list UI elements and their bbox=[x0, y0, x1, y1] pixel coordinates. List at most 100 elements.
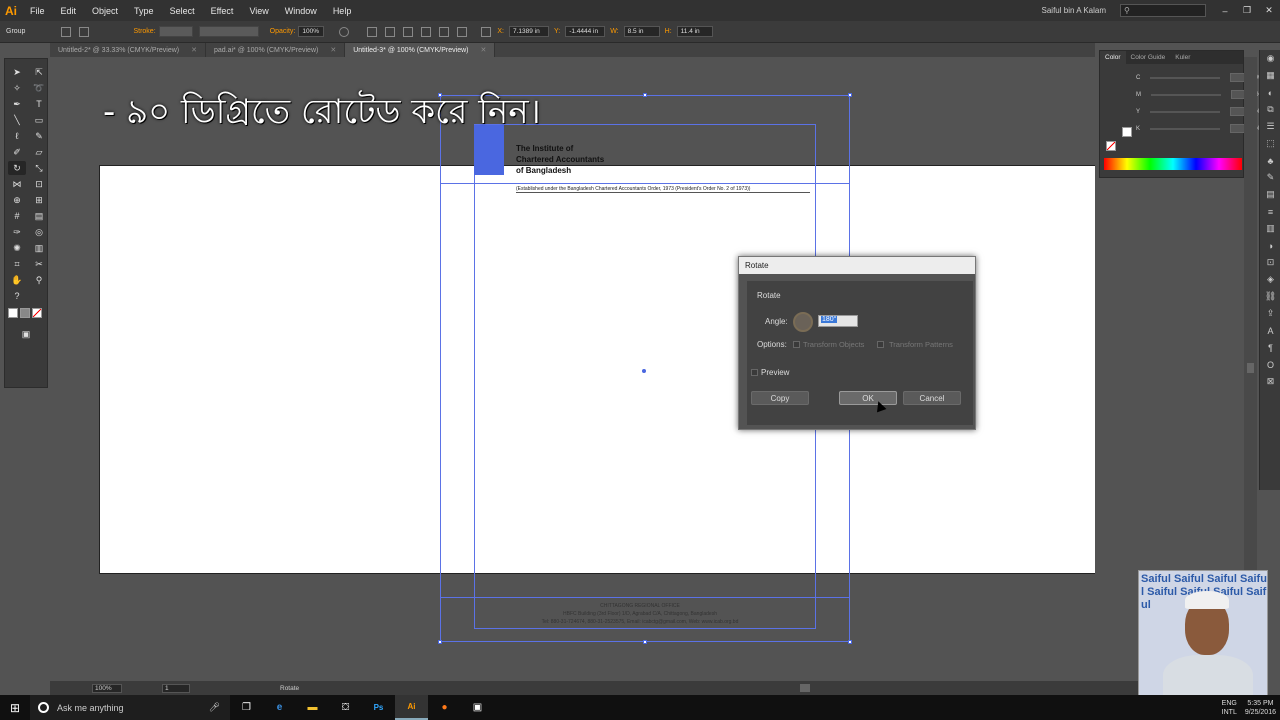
vertical-scroll-thumb[interactable] bbox=[1247, 363, 1254, 373]
color-spectrum[interactable] bbox=[1104, 158, 1242, 170]
tab-color[interactable]: Color bbox=[1100, 51, 1126, 64]
symbols-icon[interactable]: ♣ bbox=[1260, 152, 1280, 169]
copy-button[interactable]: Copy bbox=[751, 391, 809, 405]
cancel-button[interactable]: Cancel bbox=[903, 391, 961, 405]
doc-tab-untitled-2[interactable]: Untitled-2* @ 33.33% (CMYK/Preview) ✕ bbox=[50, 43, 206, 57]
pencil-tool-icon[interactable]: ✎ bbox=[30, 129, 48, 143]
transform-icon[interactable]: ⬚ bbox=[1260, 135, 1280, 152]
pathfinder-icon[interactable]: ⧉ bbox=[1260, 101, 1280, 118]
rotate-tool-icon[interactable]: ↻ bbox=[8, 161, 26, 175]
zoom-field[interactable]: 100% bbox=[92, 683, 122, 693]
clock[interactable]: 5:35 PM 9/25/2016 bbox=[1245, 699, 1276, 717]
file-explorer-icon[interactable]: ▬ bbox=[296, 695, 329, 720]
artboards-icon[interactable]: ⊡ bbox=[1260, 254, 1280, 271]
stroke-icon[interactable]: ≡ bbox=[1260, 203, 1280, 220]
color-icon[interactable]: ◑ bbox=[1260, 237, 1280, 254]
tab-close-icon[interactable]: ✕ bbox=[191, 46, 197, 54]
fill-swatch-icon[interactable] bbox=[61, 26, 72, 37]
ok-button[interactable]: OK bbox=[839, 391, 897, 405]
menu-select[interactable]: Select bbox=[162, 6, 203, 16]
help-tool-icon[interactable]: ? bbox=[8, 289, 26, 303]
graphic-styles-icon[interactable]: ▦ bbox=[1260, 67, 1280, 84]
layers-icon[interactable]: ◈ bbox=[1260, 271, 1280, 288]
selection-handle[interactable] bbox=[848, 93, 852, 97]
line-tool-icon[interactable]: ╲ bbox=[8, 113, 26, 127]
panel-none-swatch[interactable] bbox=[1106, 141, 1116, 151]
magic-wand-tool-icon[interactable]: ✧ bbox=[8, 81, 26, 95]
y-slider[interactable] bbox=[1150, 110, 1221, 113]
edge-icon[interactable]: e bbox=[263, 695, 296, 720]
slice-tool-icon[interactable]: ✂ bbox=[30, 257, 48, 271]
opentype-icon[interactable]: O bbox=[1260, 356, 1280, 373]
zoom-tool-icon[interactable]: ⚲ bbox=[30, 273, 48, 287]
x-field[interactable]: 7.1389 in bbox=[508, 26, 549, 37]
menu-file[interactable]: File bbox=[22, 6, 53, 16]
close-icon[interactable]: ✕ bbox=[1258, 5, 1280, 16]
task-view-icon[interactable]: ❐ bbox=[230, 695, 263, 720]
eyedropper-tool-icon[interactable]: ✑ bbox=[8, 225, 26, 239]
align-center-icon[interactable] bbox=[385, 26, 396, 37]
preview-checkbox[interactable] bbox=[751, 369, 758, 376]
k-slider[interactable] bbox=[1150, 127, 1221, 130]
gradient-icon[interactable]: ▥ bbox=[1260, 220, 1280, 237]
align-middle-icon[interactable] bbox=[439, 26, 450, 37]
none-swatch[interactable] bbox=[32, 308, 42, 318]
align-right-icon[interactable] bbox=[403, 26, 414, 37]
paragraph-icon[interactable]: ¶ bbox=[1260, 339, 1280, 356]
links-icon[interactable]: ⛓ bbox=[1260, 288, 1280, 305]
menu-object[interactable]: Object bbox=[84, 6, 126, 16]
w-field[interactable]: 8.5 in bbox=[623, 26, 660, 37]
opacity-label[interactable]: Opacity: bbox=[270, 28, 296, 35]
angle-dial-icon[interactable] bbox=[793, 312, 813, 332]
menu-type[interactable]: Type bbox=[126, 6, 162, 16]
stroke-swatch[interactable] bbox=[20, 308, 30, 318]
selection-handle[interactable] bbox=[438, 640, 442, 644]
symbol-sprayer-tool-icon[interactable]: ✺ bbox=[8, 241, 26, 255]
appearance-icon[interactable]: ◉ bbox=[1260, 50, 1280, 67]
fill-swatch[interactable] bbox=[8, 308, 18, 318]
eraser-tool-icon[interactable]: ▱ bbox=[30, 145, 48, 159]
align-icon[interactable]: ☰ bbox=[1260, 118, 1280, 135]
navigator-icon[interactable]: ⊠ bbox=[1260, 373, 1280, 390]
angle-input[interactable]: 180° bbox=[818, 315, 858, 327]
menu-effect[interactable]: Effect bbox=[203, 6, 242, 16]
character-icon[interactable]: A bbox=[1260, 322, 1280, 339]
selection-handle[interactable] bbox=[643, 640, 647, 644]
selection-handle[interactable] bbox=[848, 640, 852, 644]
scale-tool-icon[interactable]: ⤡ bbox=[30, 161, 48, 175]
firefox-icon[interactable]: ● bbox=[428, 695, 461, 720]
m-slider[interactable] bbox=[1151, 93, 1221, 96]
recolor-icon[interactable] bbox=[339, 26, 350, 37]
mesh-tool-icon[interactable]: # bbox=[8, 209, 26, 223]
width-tool-icon[interactable]: ⋈ bbox=[8, 177, 26, 191]
shape-builder-tool-icon[interactable]: ⊕ bbox=[8, 193, 26, 207]
rotation-center-point[interactable] bbox=[642, 369, 646, 373]
artboard-page-field[interactable]: 1 bbox=[162, 683, 190, 693]
brushes-icon[interactable]: ✎ bbox=[1260, 169, 1280, 186]
variable-width-field[interactable] bbox=[198, 26, 259, 37]
align-left-icon[interactable] bbox=[367, 26, 378, 37]
column-graph-tool-icon[interactable]: ▥ bbox=[30, 241, 48, 255]
recorder-icon[interactable]: ▣ bbox=[461, 695, 494, 720]
store-icon[interactable]: ⛋ bbox=[329, 695, 362, 720]
opacity-field[interactable]: 100% bbox=[298, 26, 325, 37]
stroke-swatch-icon[interactable] bbox=[79, 26, 90, 37]
blend-tool-icon[interactable]: ◎ bbox=[30, 225, 48, 239]
align-top-icon[interactable] bbox=[421, 26, 432, 37]
stroke-label[interactable]: Stroke: bbox=[133, 28, 155, 35]
transform-patterns-checkbox[interactable] bbox=[877, 341, 884, 348]
reference-point-icon[interactable] bbox=[481, 26, 492, 37]
free-transform-tool-icon[interactable]: ⊡ bbox=[30, 177, 48, 191]
direct-selection-tool-icon[interactable]: ⇱ bbox=[30, 65, 48, 79]
tab-kuler[interactable]: Kuler bbox=[1170, 51, 1195, 64]
gradient-tool-icon[interactable]: ▤ bbox=[30, 209, 48, 223]
artboard-tool-icon[interactable]: ⌗ bbox=[8, 257, 26, 271]
cortana-search[interactable]: Ask me anything 🎤︎ bbox=[30, 695, 230, 720]
menu-view[interactable]: View bbox=[241, 6, 276, 16]
rectangle-tool-icon[interactable]: ▭ bbox=[30, 113, 48, 127]
tab-color-guide[interactable]: Color Guide bbox=[1126, 51, 1171, 64]
align-bottom-icon[interactable] bbox=[457, 26, 468, 37]
pen-tool-icon[interactable]: ✒ bbox=[8, 97, 26, 111]
menu-help[interactable]: Help bbox=[325, 6, 360, 16]
minimize-icon[interactable]: – bbox=[1214, 6, 1236, 16]
